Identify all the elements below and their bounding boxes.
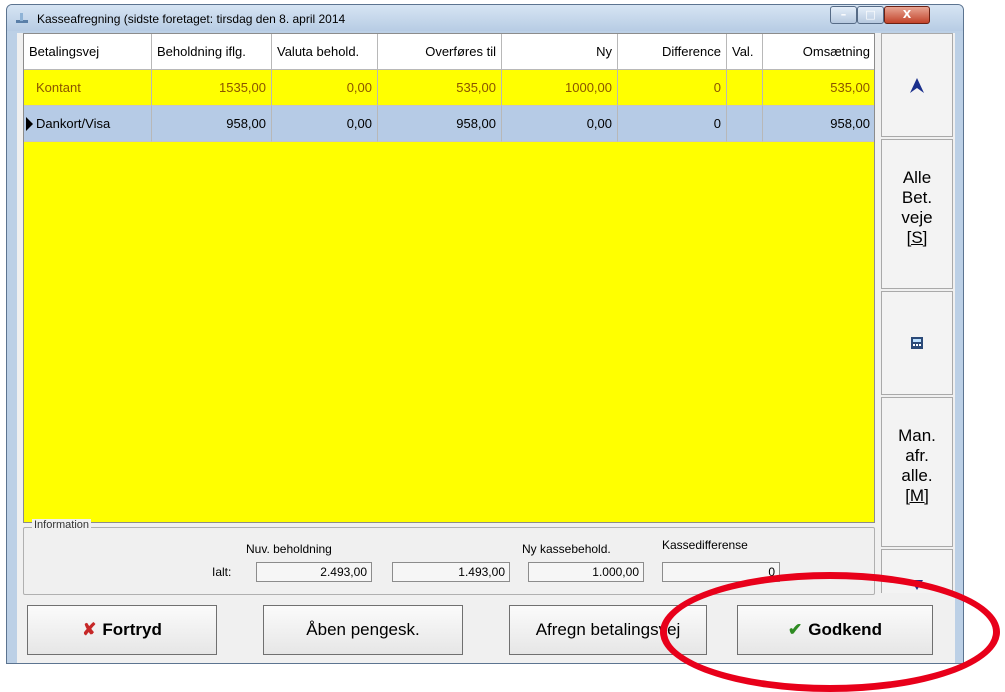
fortryd-label: Fortryd — [102, 620, 162, 639]
scroll-up-button[interactable] — [881, 33, 953, 137]
alle-bet-veje-button[interactable]: Alle Bet. veje [S] — [881, 139, 953, 289]
man-afr-alle-button[interactable]: Man. afr. alle. [M] — [881, 397, 953, 547]
maximize-icon: □ — [865, 8, 876, 21]
kasseafregning-window: Kasseafregning (sidste foretaget: tirsda… — [6, 4, 964, 664]
col-header-ny[interactable]: Ny — [502, 34, 618, 70]
alle-line: [S] — [906, 228, 928, 247]
table-row[interactable]: Dankort/Visa 958,00 0,00 958,00 0,00 0 9… — [24, 106, 874, 142]
cell-val — [727, 70, 763, 106]
calculator-button[interactable] — [881, 291, 953, 395]
afregn-label: Afregn betalingsvej — [535, 620, 681, 639]
col-header-omsaetning[interactable]: Omsætning — [763, 34, 874, 70]
client-area: Betalingsvej Beholdning iflg. Valuta beh… — [17, 33, 955, 663]
table-row[interactable]: Kontant 1535,00 0,00 535,00 1000,00 0 53… — [24, 70, 874, 106]
col-header-overfores[interactable]: Overføres til — [378, 34, 502, 70]
sidebar: Alle Bet. veje [S] Man. afr. alle. [M] — [881, 33, 955, 593]
grid-header: Betalingsvej Beholdning iflg. Valuta beh… — [24, 34, 874, 70]
man-line: [M] — [905, 486, 929, 505]
cell-beholdning: 958,00 — [152, 106, 272, 142]
ialt-label: Ialt: — [212, 565, 232, 579]
man-line: alle. — [901, 466, 933, 485]
cancel-x-icon: ✘ — [82, 620, 97, 639]
kassedifferense-label: Kassedifferense — [662, 538, 748, 552]
cell-ny: 0,00 — [502, 106, 618, 142]
close-button[interactable]: X — [884, 6, 930, 24]
cell-val — [727, 106, 763, 142]
cell-overfores: 535,00 — [378, 70, 502, 106]
aaben-label: Åben pengesk. — [306, 620, 420, 639]
cell-omsaetning: 535,00 — [763, 70, 874, 106]
col-header-beholdning[interactable]: Beholdning iflg. — [152, 34, 272, 70]
fortryd-button[interactable]: ✘ Fortryd — [27, 605, 217, 655]
nuv-beholdning-label: Nuv. beholdning — [246, 542, 332, 556]
cell-betalingsvej: Dankort/Visa — [24, 106, 152, 142]
col-header-difference[interactable]: Difference — [618, 34, 727, 70]
minimize-button[interactable]: – — [830, 6, 857, 24]
maximize-button[interactable]: □ — [857, 6, 884, 24]
alle-line: Bet. — [901, 188, 933, 207]
cell-difference: 0 — [618, 70, 727, 106]
cell-ny: 1000,00 — [502, 70, 618, 106]
cell-valuta: 0,00 — [272, 106, 378, 142]
highlight-oval — [660, 572, 1000, 692]
cell-betalingsvej: Kontant — [24, 70, 152, 106]
cell-valuta: 0,00 — [272, 70, 378, 106]
cell-beholdning: 1535,00 — [152, 70, 272, 106]
calculator-icon — [911, 337, 923, 349]
arrow-up-icon — [910, 78, 924, 93]
app-icon — [16, 13, 28, 23]
overfores-total-field: 1.493,00 — [392, 562, 510, 582]
minimize-icon: – — [840, 8, 847, 21]
man-line: afr. — [905, 446, 929, 465]
alle-line: veje — [901, 208, 933, 227]
information-legend: Information — [32, 519, 92, 531]
col-header-val[interactable]: Val. — [727, 34, 763, 70]
ny-kassebehold-label: Ny kassebehold. — [522, 542, 611, 556]
alle-line: Alle — [902, 168, 932, 187]
aaben-pengeskuffe-button[interactable]: Åben pengesk. — [263, 605, 463, 655]
col-header-betalingsvej[interactable]: Betalingsvej — [24, 34, 152, 70]
col-header-valuta[interactable]: Valuta behold. — [272, 34, 378, 70]
cell-overfores: 958,00 — [378, 106, 502, 142]
nuv-beholdning-field: 2.493,00 — [256, 562, 372, 582]
window-title: Kasseafregning (sidste foretaget: tirsda… — [37, 12, 346, 26]
man-line: Man. — [898, 426, 936, 445]
close-icon: X — [902, 8, 912, 21]
ny-kassebehold-field: 1.000,00 — [528, 562, 644, 582]
payment-grid[interactable]: Betalingsvej Beholdning iflg. Valuta beh… — [23, 33, 875, 523]
title-bar[interactable]: Kasseafregning (sidste foretaget: tirsda… — [7, 5, 963, 31]
cell-omsaetning: 958,00 — [763, 106, 874, 142]
cell-difference: 0 — [618, 106, 727, 142]
